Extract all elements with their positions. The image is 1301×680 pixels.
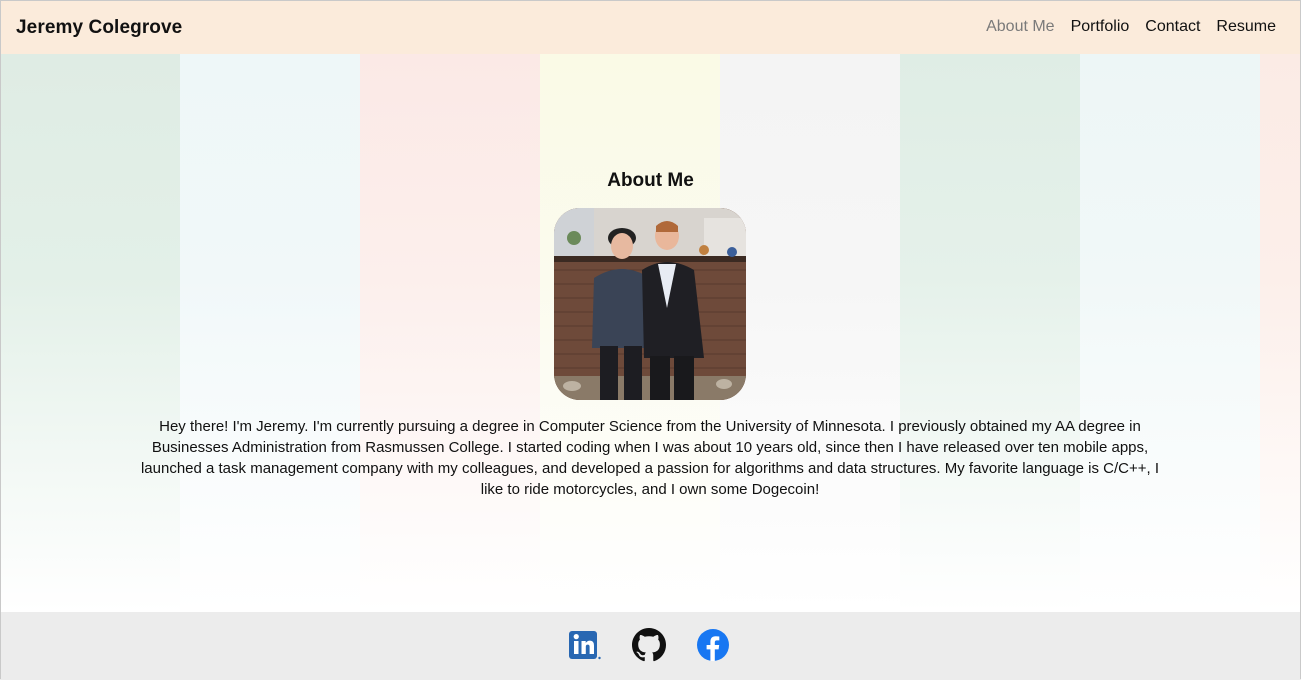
bio-paragraph: Hey there! I'm Jeremy. I'm currently pur… [140,418,1160,498]
github-icon[interactable] [632,628,666,662]
main-nav: About Me Portfolio Contact Resume [970,18,1276,36]
profile-photo [554,208,746,400]
nav-link-portfolio[interactable]: Portfolio [1071,18,1130,36]
nav-link-resume[interactable]: Resume [1216,18,1276,36]
nav-link-about-me[interactable]: About Me [986,18,1054,36]
about-section: About Me Hey there! I'm Jeremy. I'm curr… [0,54,1301,612]
footer [0,612,1301,680]
site-brand[interactable]: Jeremy Colegrove [16,17,182,39]
linkedin-icon[interactable] [568,628,602,662]
social-links [568,628,730,662]
facebook-icon[interactable] [696,628,730,662]
navbar: Jeremy Colegrove About Me Portfolio Cont… [0,0,1301,54]
section-title: About Me [607,170,694,191]
nav-link-contact[interactable]: Contact [1145,18,1200,36]
